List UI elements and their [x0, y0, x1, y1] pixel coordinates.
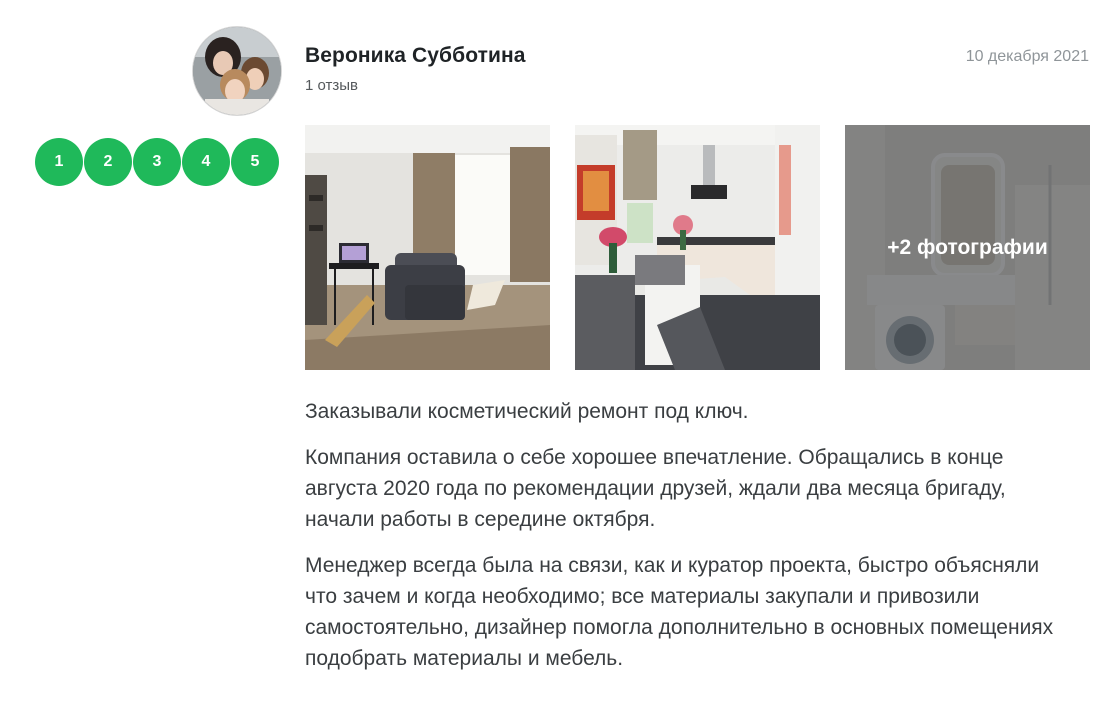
review-date: 10 декабря 2021 — [965, 48, 1089, 65]
avatar-image — [193, 27, 281, 115]
rating-2[interactable]: 2 — [84, 138, 132, 186]
review-body: Заказывали косметический ремонт под ключ… — [305, 396, 1065, 689]
author-reviews-count: 1 отзыв — [305, 77, 359, 94]
rating-4[interactable]: 4 — [182, 138, 230, 186]
more-photos-overlay[interactable]: +2 фотографии — [845, 125, 1090, 370]
photo-gallery: +2 фотографии — [305, 125, 1090, 370]
review-paragraph-3: Менеджер всегда была на связи, как и кур… — [305, 554, 1054, 670]
more-photos-label: +2 фотографии — [887, 235, 1048, 259]
rating-5[interactable]: 5 — [231, 138, 279, 186]
kitchen-image — [575, 125, 820, 370]
living-room-image — [305, 125, 550, 370]
review-card: Вероника Субботина 1 отзыв 10 декабря 20… — [0, 0, 1118, 720]
photo-bathroom[interactable]: +2 фотографии — [845, 125, 1090, 370]
rating-3[interactable]: 3 — [133, 138, 181, 186]
rating-1[interactable]: 1 — [35, 138, 83, 186]
photo-kitchen[interactable] — [575, 125, 820, 370]
photo-living-room[interactable] — [305, 125, 550, 370]
avatar[interactable] — [193, 27, 281, 115]
rating-scale: 1 2 3 4 5 — [35, 138, 279, 186]
review-paragraph-1: Заказывали косметический ремонт под ключ… — [305, 400, 749, 423]
author-name[interactable]: Вероника Субботина — [305, 44, 526, 68]
review-paragraph-2: Компания оставила о себе хорошее впечатл… — [305, 446, 1006, 531]
